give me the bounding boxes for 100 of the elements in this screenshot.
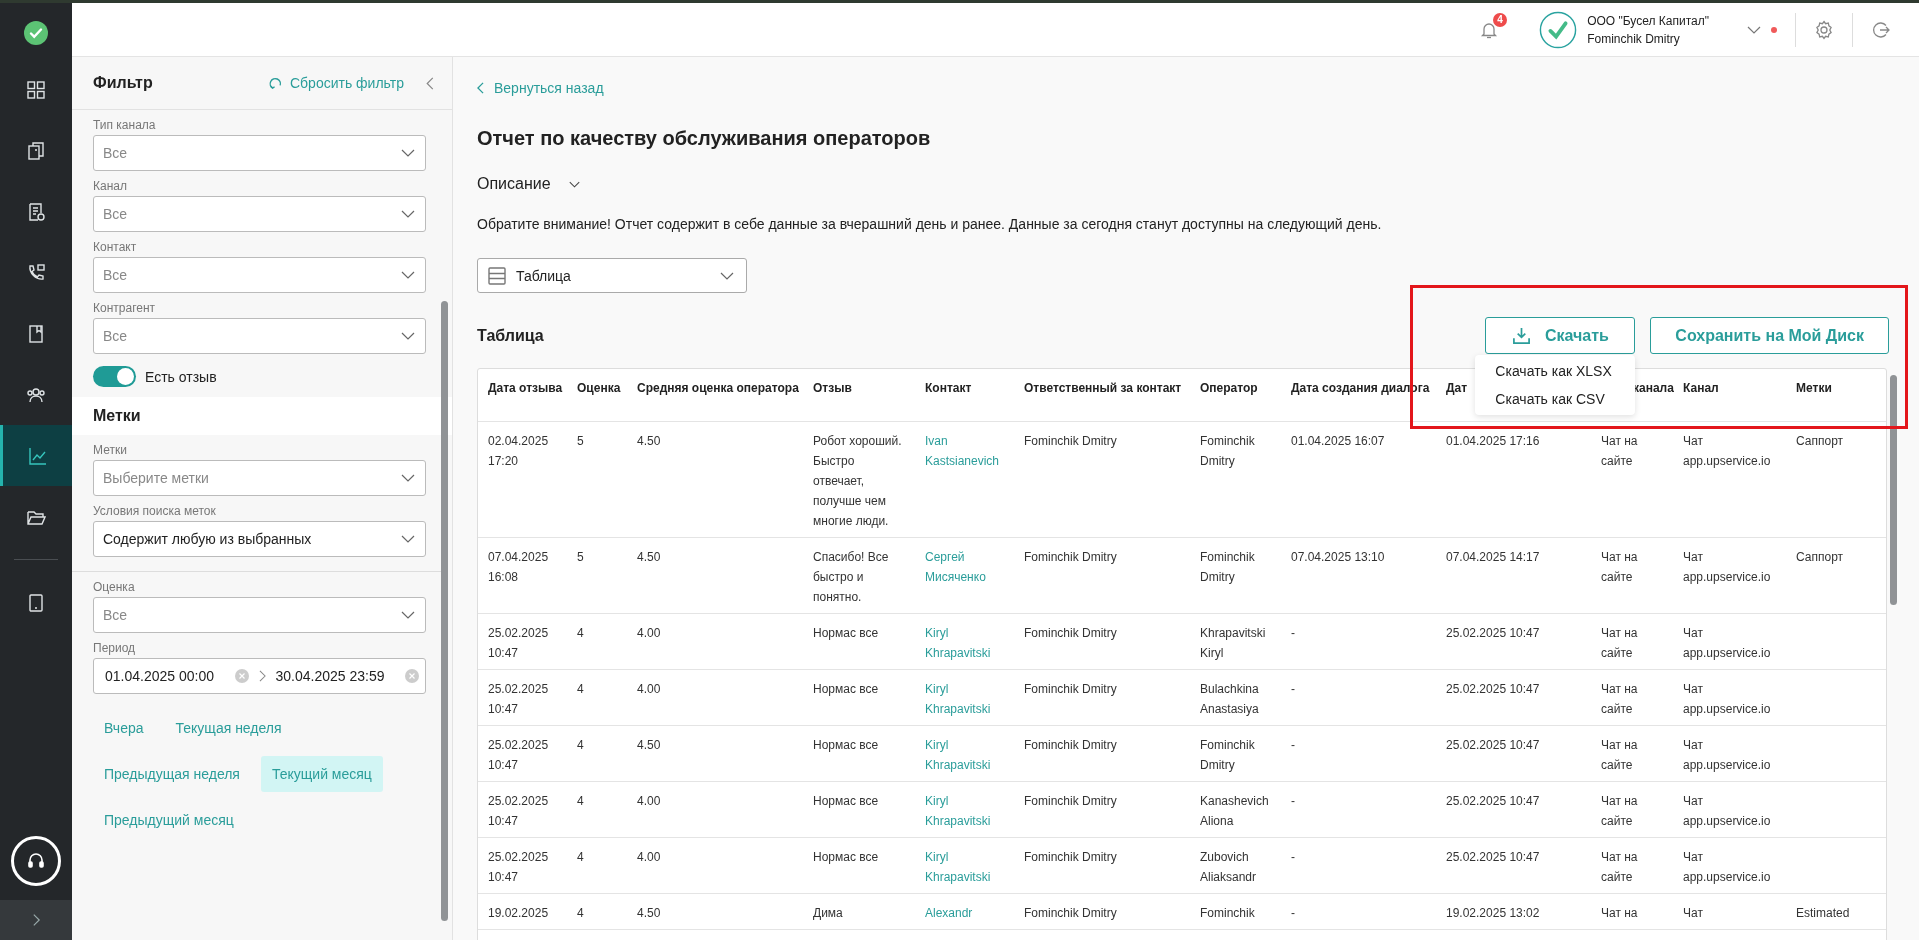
contact-link[interactable]: Alexandr	[925, 903, 1006, 923]
table-cell-text: 4	[577, 681, 585, 698]
table-cell-text: Саппорт	[1796, 433, 1845, 450]
period-preset[interactable]: Предыдущая неделя	[93, 756, 251, 792]
scrollbar[interactable]	[1890, 375, 1897, 605]
period-preset[interactable]: Вчера	[93, 710, 155, 746]
chevron-down-icon	[401, 474, 415, 482]
table-cell-text: Саппорт	[1796, 549, 1845, 566]
table-cell-text: Khrapavitski Kiryl	[1200, 625, 1267, 662]
field-label: Канал	[93, 179, 128, 193]
table-cell-text: 25.02.2025 10:47	[1446, 737, 1541, 754]
table-cell-text: 01.04.2025 16:07	[1291, 433, 1386, 450]
chevron-right-icon	[31, 913, 41, 927]
chart-nav-item[interactable]	[0, 425, 72, 486]
field-label: Условия поиска меток	[93, 504, 217, 518]
table-cell-text: 25.02.2025 10:47	[488, 849, 550, 886]
column-header: канала	[1633, 381, 1674, 395]
clipboard-icon	[26, 140, 46, 161]
logout-icon[interactable]	[1871, 19, 1891, 40]
contact-link[interactable]: Kiryl Khrapavitski	[925, 623, 1006, 663]
table-cell-text: -	[1291, 849, 1296, 866]
select-field[interactable]: Все	[93, 135, 426, 171]
section-title: Метки	[93, 407, 141, 424]
table-cell-text: 19.02.2025 13:02	[1446, 905, 1541, 922]
filter-title: Фильтр	[93, 74, 154, 92]
table-cell-text: 4.50	[637, 737, 662, 754]
description-toggle[interactable]: Описание	[477, 175, 580, 193]
select-field[interactable]: Содержит любую из выбранных	[93, 521, 426, 557]
table-cell-text: Чат app.upservice.io	[1683, 793, 1772, 830]
table-cell-text: Нормас все	[813, 737, 880, 754]
field-label: Период	[93, 641, 137, 655]
chevron-down-icon	[401, 210, 415, 218]
logo-icon[interactable]	[24, 21, 48, 45]
table-icon	[488, 266, 506, 285]
period-preset[interactable]: Текущая неделя	[164, 710, 293, 746]
menu-item[interactable]: Скачать как CSV	[1475, 385, 1636, 413]
contact-link[interactable]: Сергей Мисяченко	[925, 547, 1006, 587]
field-label: Контакт	[93, 240, 138, 254]
grid-icon	[26, 79, 46, 100]
contact-link[interactable]: Kiryl Khrapavitski	[925, 679, 1006, 719]
period-preset[interactable]: Текущий месяц	[260, 756, 383, 792]
menu-item[interactable]: Скачать как XLSX	[1475, 357, 1636, 385]
table-cell-text: Fominchik Dmitry	[1024, 849, 1118, 866]
table-cell-text: Fominchik Dmitry	[1024, 549, 1118, 566]
chevron-right-icon	[258, 670, 266, 682]
settings-icon[interactable]	[1814, 19, 1834, 40]
notice-text: Обратите внимание! Отчет содержит в себе данные за вчерашний день и ранее. Данные за сегодня станут доступны на следующий день.	[477, 216, 1383, 232]
view-select[interactable]: Таблица	[477, 258, 747, 293]
column-header: Оценка	[577, 381, 621, 395]
table-title: Таблица	[477, 326, 544, 345]
table-cell-text: Fominchik Dmitry	[1200, 737, 1256, 774]
back-link[interactable]: Вернуться назад	[477, 80, 604, 96]
table-cell-text: Fominchik Dmitry	[1024, 905, 1118, 922]
select-field[interactable]: Все	[93, 196, 426, 232]
save-to-disk-button[interactable]: Сохранить на Мой Диск	[1650, 317, 1889, 354]
table-cell-text: 5	[577, 549, 585, 566]
contact-link[interactable]: Ivan Kastsianevich	[925, 431, 1006, 471]
table-cell-text: Чат app.upservice.io	[1683, 625, 1772, 662]
table-cell-text: 01.04.2025 17:16	[1446, 433, 1541, 450]
period-preset[interactable]: Предыдущий месяц	[93, 802, 245, 838]
support-button[interactable]	[11, 836, 61, 886]
chevron-down-icon	[568, 180, 580, 188]
table-cell-text: Fominchik Dmitry	[1024, 793, 1118, 810]
table-cell-text: -	[1291, 625, 1296, 642]
select-field[interactable]: Все	[93, 597, 426, 633]
field-label: Оценка	[93, 580, 136, 594]
download-button[interactable]: Скачать	[1485, 317, 1636, 354]
select-field[interactable]: Выберите метки	[93, 460, 426, 496]
table-cell-text: 4.50	[637, 433, 662, 450]
table-cell-text: Чат на сайте	[1601, 625, 1639, 662]
table-cell-text: Fominchik Dmitry	[1024, 737, 1118, 754]
scrollbar[interactable]	[441, 301, 448, 921]
chevron-down-icon	[401, 535, 415, 543]
table-cell-text: 25.02.2025 10:47	[1446, 681, 1541, 698]
table-cell-text: Bulachkina Anastasiya	[1200, 681, 1260, 718]
check-avatar-icon	[1539, 10, 1578, 49]
contact-link[interactable]: Kiryl Khrapavitski	[925, 791, 1006, 831]
notification-badge: 4	[1493, 12, 1508, 27]
select-field[interactable]: Все	[93, 318, 426, 354]
contact-link[interactable]: Kiryl Khrapavitski	[925, 735, 1006, 775]
contact-link[interactable]: Kiryl Khrapavitski	[925, 847, 1006, 887]
table-cell-text: 25.02.2025 10:47	[1446, 625, 1541, 642]
reset-filter-link[interactable]: Сбросить фильтр	[268, 75, 404, 91]
collapse-icon[interactable]	[426, 76, 434, 90]
table-cell-text: Чат app.upservice.io	[1683, 681, 1772, 718]
table-cell-text: Нормас все	[813, 681, 880, 698]
table-cell-text: Робот хороший. Быстро отвечает, получше чем многие люди.	[813, 433, 903, 530]
table-cell-text: 25.02.2025 10:47	[488, 681, 550, 718]
table-cell-text: 25.02.2025 10:47	[488, 793, 550, 830]
table-cell-text: Чат app.upservice.io	[1683, 549, 1772, 586]
field-label: Метки	[93, 443, 128, 457]
table-cell-text: Чат на сайте	[1601, 549, 1639, 586]
table-cell-text: Нормас все	[813, 849, 880, 866]
date-from-field[interactable]: 01.04.2025 00:00	[105, 668, 225, 684]
date-to-field[interactable]: 30.04.2025 23:59	[275, 668, 395, 684]
toggle-switch[interactable]	[93, 366, 136, 387]
select-field[interactable]: Все	[93, 257, 426, 293]
chevron-down-icon[interactable]	[1747, 25, 1761, 34]
table-cell-text: Kanashevich Aliona	[1200, 793, 1270, 830]
table-cell-text: 4.00	[637, 849, 662, 866]
